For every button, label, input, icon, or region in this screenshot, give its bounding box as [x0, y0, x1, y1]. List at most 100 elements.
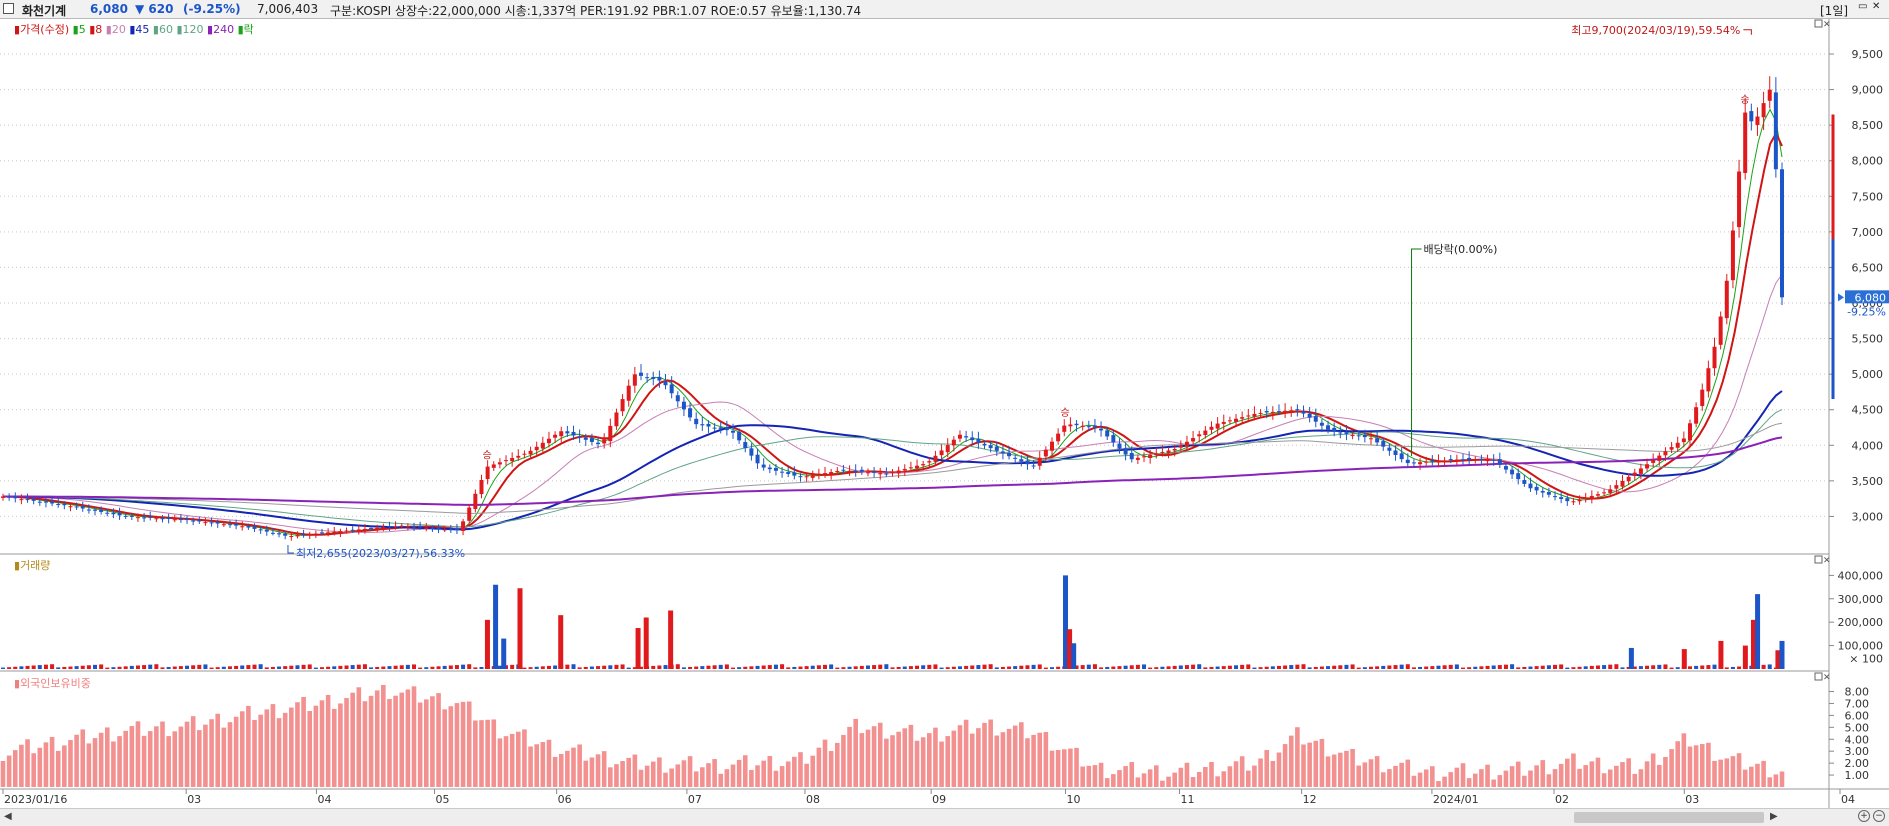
- foreign-bar: [25, 739, 30, 787]
- candle-body: [258, 529, 263, 531]
- volume-bar: [1234, 665, 1239, 669]
- select-checkbox[interactable]: [3, 3, 14, 14]
- volume-spike-bar: [1628, 647, 1634, 669]
- candle-body: [1313, 416, 1318, 422]
- candle-body: [1718, 316, 1723, 345]
- foreign-bar: [1160, 780, 1165, 787]
- volume-bar: [1503, 664, 1508, 669]
- volume-bar: [1240, 664, 1245, 669]
- foreign-bar: [810, 755, 816, 787]
- candle-body: [215, 522, 220, 524]
- candle-body: [1418, 462, 1423, 465]
- foreign-bar: [1644, 761, 1650, 787]
- foreign-bar: [448, 706, 454, 787]
- volume-bar: [424, 667, 429, 669]
- volume-bar: [142, 665, 147, 669]
- foreign-bar: [902, 728, 908, 787]
- volume-bar: [798, 666, 803, 669]
- volume-bar: [221, 666, 226, 669]
- candle-body: [1135, 457, 1140, 460]
- candle-body: [1123, 448, 1128, 455]
- foreign-bar: [675, 764, 681, 787]
- foreign-bar: [834, 742, 840, 787]
- foreign-bar: [669, 768, 674, 787]
- candle-body: [25, 499, 30, 501]
- foreign-bar: [1681, 733, 1687, 787]
- zoom-out-icon[interactable]: −: [1873, 810, 1885, 822]
- volume-bar: [1589, 665, 1594, 669]
- volume-bar: [234, 665, 239, 669]
- ma8-legend: 8: [95, 23, 103, 36]
- candle-body: [356, 529, 361, 531]
- volume-bar: [970, 665, 975, 669]
- volume-pane-close-icon[interactable]: ✕: [1823, 556, 1831, 566]
- period-button[interactable]: [1일]: [1820, 2, 1848, 19]
- volume-bar: [1307, 667, 1312, 669]
- pane-close-icon[interactable]: ✕: [1823, 20, 1831, 30]
- foreign-bar: [945, 736, 951, 787]
- candle-body: [301, 534, 306, 536]
- candle-body: [1540, 490, 1545, 493]
- scroll-left-icon[interactable]: ◀: [4, 811, 12, 822]
- volume-bar: [258, 664, 263, 669]
- x-tick-label: 08: [806, 793, 820, 806]
- candle-body: [927, 461, 932, 463]
- candle-body: [344, 530, 349, 532]
- volume-bar: [1651, 665, 1656, 669]
- chart-area[interactable]: 3,0003,5004,0004,5005,0005,5006,0006,500…: [0, 19, 1889, 808]
- candle-body: [823, 473, 828, 475]
- candle-body: [847, 470, 852, 472]
- candle-body: [1583, 497, 1588, 499]
- candle-body: [1405, 459, 1410, 464]
- volume-bar: [430, 666, 435, 669]
- restore-icon[interactable]: ▭: [1858, 1, 1867, 12]
- candle-body: [1362, 435, 1367, 438]
- foreign-bar: [368, 695, 374, 787]
- candle-body: [1056, 433, 1061, 442]
- zoom-in-icon[interactable]: +: [1858, 810, 1870, 822]
- volume-bar: [626, 667, 631, 669]
- candle-body: [424, 527, 429, 529]
- scroll-right-icon[interactable]: ▶: [1770, 811, 1778, 822]
- foreign-bar: [933, 727, 938, 787]
- price-tick-label: 9,000: [1852, 84, 1884, 97]
- candle-body: [467, 507, 472, 521]
- volume-bar: [56, 667, 61, 669]
- foreign-pane-close-icon[interactable]: ✕: [1823, 673, 1831, 683]
- foreign-bar: [1172, 772, 1177, 787]
- volume-bar: [1270, 666, 1275, 669]
- candle-body: [154, 518, 159, 520]
- volume-bar: [1442, 665, 1447, 669]
- candle-body: [1037, 457, 1042, 466]
- volume-bar: [571, 664, 576, 669]
- foreign-bar: [1712, 760, 1717, 787]
- volume-bar: [436, 666, 441, 669]
- foreign-bar: [1730, 756, 1736, 787]
- foreign-bar: [466, 701, 472, 787]
- candle-body: [246, 526, 251, 528]
- candle-body: [1669, 447, 1674, 450]
- volume-bar: [1043, 667, 1048, 669]
- volume-bar: [1031, 664, 1036, 669]
- foreign-bar: [1620, 762, 1625, 787]
- candle-body: [1295, 409, 1300, 411]
- candle-body: [473, 493, 478, 509]
- foreign-bar: [68, 740, 73, 787]
- foreign-bar: [1209, 762, 1214, 787]
- volume-bar: [1595, 665, 1600, 669]
- horizontal-scrollbar[interactable]: ◀ ▶ + −: [0, 808, 1889, 826]
- volume-bar: [1669, 667, 1674, 669]
- candle-body: [553, 434, 558, 438]
- volume-bar: [1301, 664, 1306, 669]
- volume-bar: [289, 665, 294, 669]
- x-tick-label: 11: [1181, 793, 1195, 806]
- candle-body: [209, 522, 214, 524]
- candle-body: [1209, 426, 1214, 430]
- candle-body: [1700, 389, 1705, 406]
- volume-bar: [301, 664, 306, 669]
- volume-bar: [1528, 666, 1533, 669]
- close-icon[interactable]: ✕: [1872, 1, 1880, 12]
- foreign-tick-label: 3.00: [1845, 745, 1870, 758]
- scroll-thumb[interactable]: [1574, 812, 1764, 823]
- candle-body: [1411, 462, 1416, 464]
